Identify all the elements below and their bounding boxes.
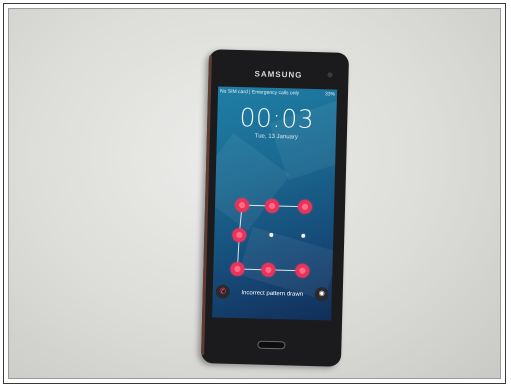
- image-frame: SAMSUNG No SIM card | Emergency calls on…: [3, 3, 506, 384]
- photo: SAMSUNG No SIM card | Emergency calls on…: [8, 8, 501, 379]
- pattern-lock-grid[interactable]: [223, 197, 325, 290]
- network-status: No SIM card | Emergency calls only: [219, 88, 300, 97]
- home-button[interactable]: [257, 340, 286, 350]
- battery-level: 33%: [324, 91, 336, 98]
- clock-time: 00:03: [239, 103, 315, 134]
- pattern-dot-inactive[interactable]: [269, 232, 274, 237]
- camera-icon[interactable]: ◉: [314, 287, 329, 302]
- smartphone: SAMSUNG No SIM card | Emergency calls on…: [200, 49, 350, 367]
- phone-side-edge: [201, 55, 212, 356]
- status-bar: No SIM card | Emergency calls only 33%: [220, 89, 335, 100]
- lock-screen: No SIM card | Emergency calls only 33% 0…: [212, 86, 338, 321]
- pattern-dot-inactive[interactable]: [301, 233, 306, 238]
